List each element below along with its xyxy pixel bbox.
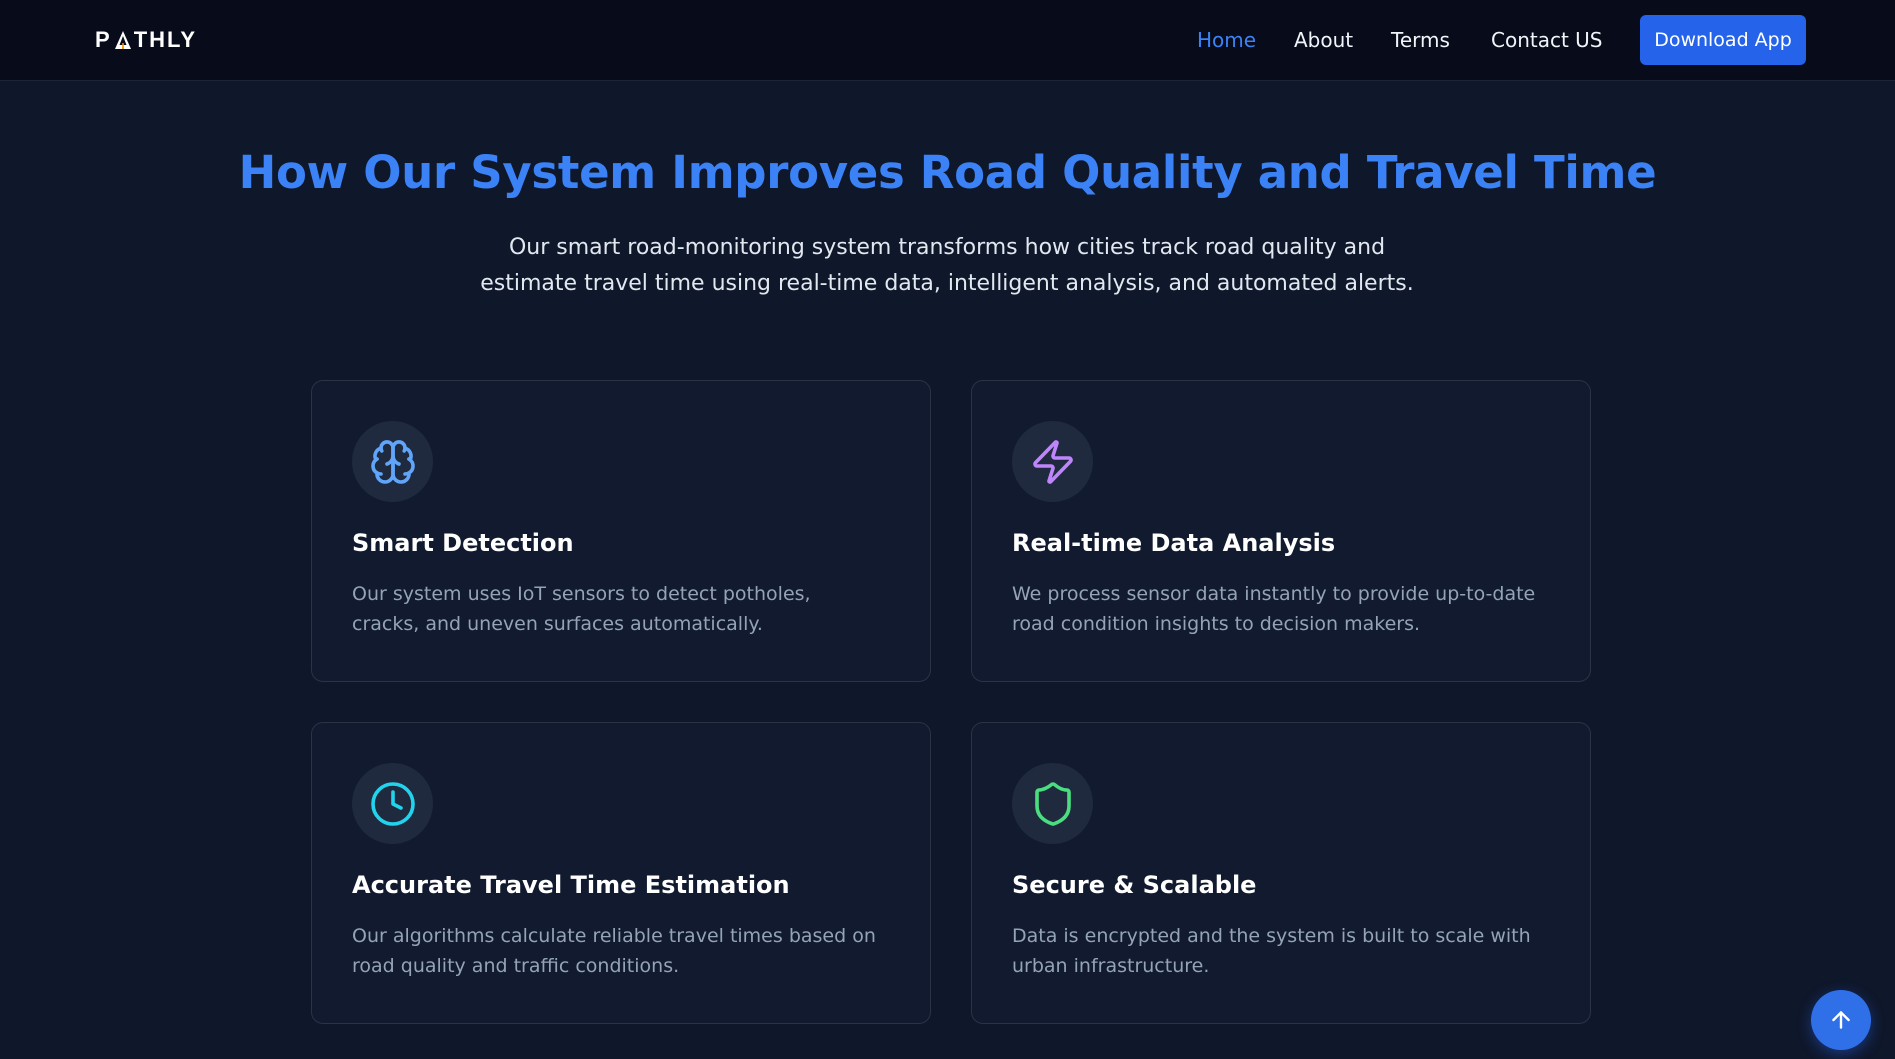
subtitle-line-1: Our smart road-monitoring system transfo… [508,235,1386,260]
shield-icon [1034,781,1071,826]
feature-icon-circle [1012,763,1093,844]
lightning-icon [1032,439,1073,484]
clock-icon [370,781,415,826]
feature-title: Smart Detection [352,529,574,557]
feature-description: Our system uses IoT sensors to detect po… [352,579,892,639]
nav-link-contact[interactable]: Contact US [1491,24,1603,56]
brain-icon [370,439,415,484]
page-subtitle: Our smart road-monitoring system transfo… [447,230,1447,302]
logo-text-right: THLY [133,27,198,52]
logo[interactable]: P THLY [95,27,197,53]
logo-text-left: P [95,27,112,52]
feature-desc-line-2: road condition insights to decision make… [1012,613,1421,635]
feature-description: Our algorithms calculate reliable travel… [352,921,892,981]
feature-desc-line-1: Our system uses IoT sensors to detect po… [352,583,811,605]
subtitle-line-2: estimate travel time using real-time dat… [480,271,1414,296]
feature-icon-circle [352,763,433,844]
feature-desc-line-1: Our algorithms calculate reliable travel… [352,925,876,947]
nav-link-terms[interactable]: Terms [1391,24,1450,56]
feature-desc-line-1: Data is encrypted and the system is buil… [1012,925,1531,947]
feature-icon-circle [1012,421,1093,502]
navbar: P THLY Home About Terms Contact US Downl… [0,0,1895,81]
feature-title: Secure & Scalable [1012,871,1257,899]
feature-description: We process sensor data instantly to prov… [1012,579,1552,639]
nav-link-home[interactable]: Home [1197,24,1256,56]
feature-card-travel-time: Accurate Travel Time Estimation Our algo… [311,722,931,1024]
feature-title: Accurate Travel Time Estimation [352,871,790,899]
feature-title: Real-time Data Analysis [1012,529,1336,557]
feature-desc-line-2: urban infrastructure. [1012,955,1210,977]
feature-card-realtime-analysis: Real-time Data Analysis We process senso… [971,380,1591,682]
feature-card-secure-scalable: Secure & Scalable Data is encrypted and … [971,722,1591,1024]
scroll-to-top-button[interactable] [1811,990,1871,1050]
nav-link-about[interactable]: About [1294,24,1353,56]
feature-description: Data is encrypted and the system is buil… [1012,921,1552,981]
feature-desc-line-2: cracks, and uneven surfaces automaticall… [352,613,763,635]
feature-desc-line-1: We process sensor data instantly to prov… [1012,583,1536,605]
feature-icon-circle [352,421,433,502]
feature-desc-line-2: road quality and traffic conditions. [352,955,680,977]
feature-card-smart-detection: Smart Detection Our system uses IoT sens… [311,380,931,682]
download-app-button[interactable]: Download App [1640,15,1806,65]
page-title: How Our System Improves Road Quality and… [238,146,1657,199]
arrow-up-icon [1832,1011,1850,1029]
logo-road-icon [114,31,131,49]
